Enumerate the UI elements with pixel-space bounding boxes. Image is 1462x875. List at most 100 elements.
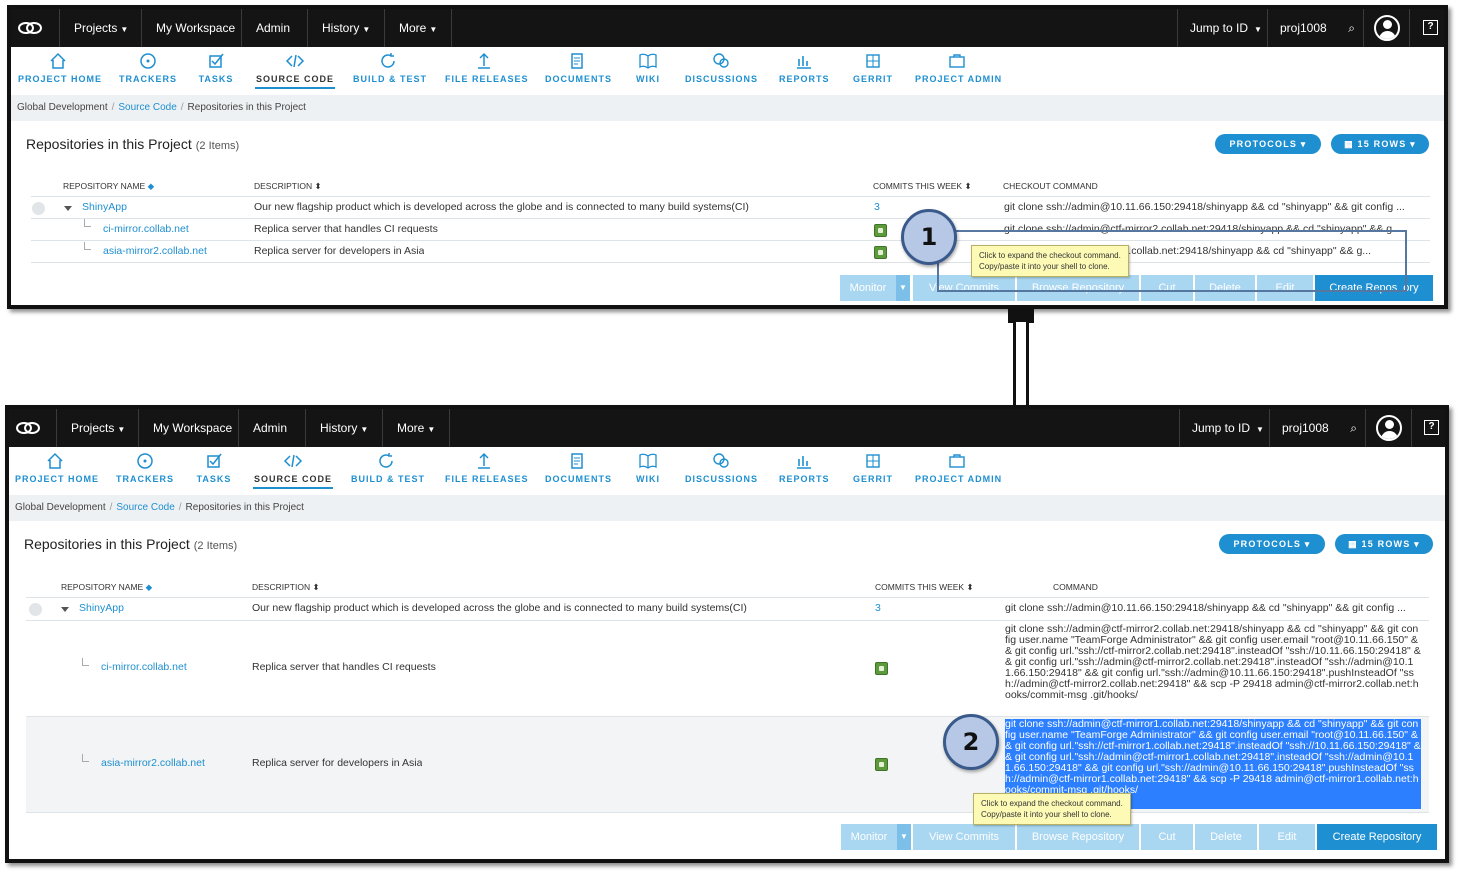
jump-to-id-dropdown[interactable]: Jump to ID ▼ xyxy=(1179,409,1269,447)
repo-name-link[interactable]: ci-mirror.collab.net xyxy=(103,223,189,235)
cut-button[interactable]: Cut xyxy=(1141,824,1193,850)
tool-build-test[interactable]: BUILD & TEST xyxy=(351,451,424,484)
row-select-radio[interactable] xyxy=(29,603,42,616)
checkout-command[interactable]: git clone ssh://admin@10.11.66.150:29418… xyxy=(1004,201,1422,213)
tool-wiki[interactable]: WIKI xyxy=(633,51,663,84)
monitor-dropdown-button[interactable]: ▼ xyxy=(896,275,910,301)
tool-discussions[interactable]: DISCUSSIONS xyxy=(685,451,757,484)
projects-menu[interactable]: Projects ▼ xyxy=(59,9,142,47)
page-title: Repositories in this Project xyxy=(24,536,190,552)
tool-trackers[interactable]: TRACKERS xyxy=(110,451,180,484)
help-menu[interactable]: ? xyxy=(1411,409,1445,447)
repo-name-link[interactable]: ShinyApp xyxy=(79,602,124,614)
rows-per-page-button[interactable]: ▦ 15 ROWS ▾ xyxy=(1335,534,1433,554)
repo-name-link[interactable]: ci-mirror.collab.net xyxy=(101,661,187,673)
tool-label: TRACKERS xyxy=(115,474,174,484)
column-header-commits[interactable]: COMMITS THIS WEEK ⬍ xyxy=(875,582,974,593)
project-id-search[interactable]: proj1008 ⌕ xyxy=(1267,9,1363,47)
breadcrumb-separator: / xyxy=(111,102,115,113)
expand-caret-icon[interactable] xyxy=(64,206,72,211)
tool-documents[interactable]: DOCUMENTS xyxy=(545,451,611,484)
user-menu[interactable] xyxy=(1365,409,1411,447)
tool-label: BUILD & TEST xyxy=(353,74,427,84)
tool-project-admin[interactable]: PROJECT ADMIN xyxy=(915,51,1001,84)
create-repository-button[interactable]: Create Repository xyxy=(1317,824,1437,850)
avatar[interactable] xyxy=(1374,15,1400,41)
breadcrumb-separator: / xyxy=(178,502,182,513)
tool-navigation: PROJECT HOME TRACKERS TASKS SOURCE CODE … xyxy=(9,447,1445,495)
tool-build-test[interactable]: BUILD & TEST xyxy=(353,51,427,84)
admin-menu[interactable]: Admin xyxy=(238,409,301,447)
search-icon[interactable]: ⌕ xyxy=(1348,9,1355,47)
avatar[interactable] xyxy=(1376,415,1402,441)
commits-count-link[interactable]: 3 xyxy=(875,602,881,614)
tool-tasks[interactable]: TASKS xyxy=(191,451,237,484)
breadcrumb-root[interactable]: Global Development xyxy=(17,102,108,113)
step-number: 2 xyxy=(962,728,980,756)
repo-name-link[interactable]: asia-mirror2.collab.net xyxy=(103,245,207,257)
tool-source-code[interactable]: SOURCE CODE xyxy=(255,51,335,89)
tool-project-home[interactable]: PROJECT HOME xyxy=(15,451,98,484)
project-id-search[interactable]: proj1008 ⌕ xyxy=(1269,409,1365,447)
jump-to-id-dropdown[interactable]: Jump to ID ▼ xyxy=(1177,9,1267,47)
monitor-button[interactable]: Monitor xyxy=(840,275,896,301)
column-header-name[interactable]: REPOSITORY NAME ◆ xyxy=(61,582,152,593)
browse-repository-button[interactable]: Browse Repository xyxy=(1017,824,1139,850)
more-menu[interactable]: More ▼ xyxy=(382,409,451,447)
tool-file-releases[interactable]: FILE RELEASES xyxy=(445,451,528,484)
breadcrumb-root[interactable]: Global Development xyxy=(15,502,106,513)
help-icon[interactable]: ? xyxy=(1424,420,1439,435)
projects-menu[interactable]: Projects ▼ xyxy=(56,409,139,447)
book-icon xyxy=(633,51,663,73)
monitor-dropdown-button[interactable]: ▼ xyxy=(897,824,911,850)
protocols-button[interactable]: PROTOCOLS ▾ xyxy=(1215,134,1321,154)
tool-gerrit[interactable]: GERRIT xyxy=(851,51,895,84)
help-menu[interactable]: ? xyxy=(1409,9,1444,47)
more-menu[interactable]: More ▼ xyxy=(384,9,453,47)
search-icon[interactable]: ⌕ xyxy=(1350,409,1357,447)
row-select-radio[interactable] xyxy=(32,202,45,215)
checkout-command-expanded[interactable]: git clone ssh://admin@ctf-mirror2.collab… xyxy=(1005,624,1421,712)
build-status-icon xyxy=(875,662,888,675)
column-header-description[interactable]: DESCRIPTION ⬍ xyxy=(254,181,322,192)
edit-button[interactable]: Edit xyxy=(1259,824,1315,850)
checkout-command[interactable]: git clone ssh://admin@10.11.66.150:29418… xyxy=(1005,602,1423,614)
tool-trackers[interactable]: TRACKERS xyxy=(113,51,183,84)
my-workspace-label: My Workspace xyxy=(156,21,236,35)
monitor-button[interactable]: Monitor xyxy=(841,824,897,850)
column-header-name[interactable]: REPOSITORY NAME ◆ xyxy=(63,181,154,192)
breadcrumb-source-code-link[interactable]: Source Code xyxy=(118,102,176,113)
tool-file-releases[interactable]: FILE RELEASES xyxy=(445,51,528,84)
tool-wiki[interactable]: WIKI xyxy=(633,451,663,484)
column-header-commits[interactable]: COMMITS THIS WEEK ⬍ xyxy=(873,181,972,192)
view-commits-button[interactable]: View Commits xyxy=(913,824,1015,850)
book-icon xyxy=(633,451,663,473)
my-workspace-menu[interactable]: My Workspace xyxy=(141,9,249,47)
expand-caret-icon[interactable] xyxy=(61,607,69,612)
admin-menu[interactable]: Admin xyxy=(241,9,304,47)
help-icon[interactable]: ? xyxy=(1423,20,1438,35)
tool-discussions[interactable]: DISCUSSIONS xyxy=(685,51,757,84)
table-icon: ▦ xyxy=(1348,539,1358,549)
tree-connector xyxy=(84,219,91,227)
history-menu[interactable]: History ▼ xyxy=(307,9,384,47)
rows-per-page-button[interactable]: ▦ 15 ROWS ▾ xyxy=(1331,134,1429,154)
tool-documents[interactable]: DOCUMENTS xyxy=(545,51,611,84)
user-menu[interactable] xyxy=(1363,9,1409,47)
commits-count-link[interactable]: 3 xyxy=(874,201,880,213)
column-header-description[interactable]: DESCRIPTION ⬍ xyxy=(252,582,320,593)
tool-reports[interactable]: REPORTS xyxy=(779,451,829,484)
tool-reports[interactable]: REPORTS xyxy=(779,51,829,84)
tool-source-code[interactable]: SOURCE CODE xyxy=(253,451,333,489)
history-menu[interactable]: History ▼ xyxy=(305,409,382,447)
tool-tasks[interactable]: TASKS xyxy=(193,51,239,84)
repo-name-link[interactable]: ShinyApp xyxy=(82,201,127,213)
tool-project-admin[interactable]: PROJECT ADMIN xyxy=(915,451,1001,484)
my-workspace-menu[interactable]: My Workspace xyxy=(138,409,246,447)
protocols-button[interactable]: PROTOCOLS ▾ xyxy=(1219,534,1325,554)
tool-gerrit[interactable]: GERRIT xyxy=(851,451,895,484)
delete-button[interactable]: Delete xyxy=(1195,824,1257,850)
breadcrumb-source-code-link[interactable]: Source Code xyxy=(116,502,174,513)
repo-name-link[interactable]: asia-mirror2.collab.net xyxy=(101,757,205,769)
tool-project-home[interactable]: PROJECT HOME xyxy=(18,51,101,84)
